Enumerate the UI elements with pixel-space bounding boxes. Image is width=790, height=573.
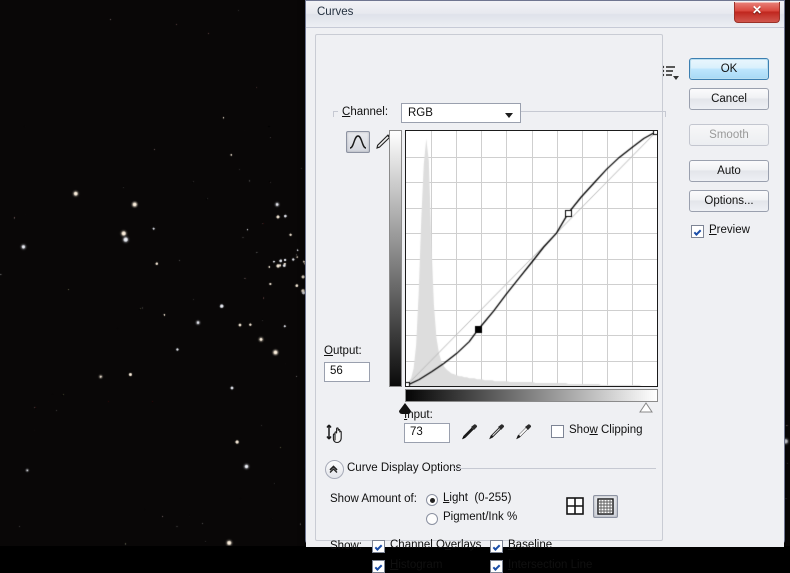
input-input[interactable]: 73 (404, 423, 450, 443)
show-clipping-label: Show Clipping (569, 424, 643, 436)
curve-display-options-toggle[interactable] (325, 460, 344, 479)
output-gradient-strip (389, 130, 402, 387)
channel-group-rule-right (665, 111, 667, 117)
curve-graph (389, 130, 658, 405)
curves-dialog: Curves ✕ Preset: Medium Contrast (RGB) (305, 0, 785, 545)
black-point-eyedropper-icon[interactable] (458, 421, 480, 443)
radio-light[interactable] (426, 494, 438, 506)
cancel-button[interactable]: Cancel (689, 88, 769, 110)
grid-quarters-button[interactable] (564, 495, 589, 518)
dialog-body: Preset: Medium Contrast (RGB) (306, 28, 784, 547)
channel-group-rule-left (333, 111, 335, 117)
channel-value: RGB (408, 107, 433, 119)
grid-quarters-icon (564, 495, 586, 517)
options-button[interactable]: Options... (689, 190, 769, 212)
checkbox-histogram[interactable] (372, 560, 385, 573)
checkbox-histogram-label: Histogram (390, 559, 442, 571)
curves-main-panel: Channel: RGB (315, 34, 663, 541)
eyedropper-glyph (485, 421, 507, 443)
grid-tenths-icon (594, 496, 617, 517)
hand-arrow-glyph (324, 421, 350, 445)
radio-pigment-ink-label: Pigment/Ink % (443, 511, 517, 523)
preview-row: Preview (689, 224, 777, 240)
curve-plot-area[interactable] (405, 130, 658, 387)
chevron-down-icon (505, 113, 513, 118)
curve-display-options-rule (454, 468, 656, 469)
channel-dropdown[interactable]: RGB (401, 103, 521, 123)
dialog-titlebar: Curves ✕ (306, 1, 784, 28)
ok-button[interactable]: OK (689, 58, 769, 80)
smooth-button[interactable]: Smooth (689, 124, 769, 146)
curve-display-options-label: Curve Display Options (347, 462, 461, 474)
close-icon: ✕ (735, 3, 779, 18)
output-label: Output: (324, 345, 362, 357)
curve-canvas (406, 131, 657, 386)
show-clipping-checkbox[interactable] (551, 425, 564, 438)
show-amount-label: Show Amount of: (330, 493, 417, 505)
white-point-slider[interactable] (639, 402, 653, 413)
output-input[interactable]: 56 (324, 362, 370, 382)
close-button[interactable]: ✕ (734, 2, 780, 23)
checkbox-baseline-label: Baseline (508, 539, 552, 551)
checkbox-intersection-line-label: Intersection Line (508, 559, 592, 571)
on-image-adjust-icon[interactable] (324, 421, 350, 445)
curve-tool-button[interactable] (346, 131, 370, 153)
checkbox-baseline[interactable] (490, 540, 503, 553)
preview-checkbox[interactable] (691, 225, 704, 238)
input-gradient-strip (405, 389, 658, 402)
grid-tenths-button[interactable] (593, 495, 618, 518)
gray-point-eyedropper-icon[interactable] (485, 421, 507, 443)
input-label: Input: (404, 409, 433, 421)
white-point-eyedropper-icon[interactable] (512, 421, 534, 443)
curve-tool-icon (347, 132, 369, 152)
auto-button[interactable]: Auto (689, 160, 769, 182)
eyedropper-glyph (512, 421, 534, 443)
eyedropper-glyph (458, 421, 480, 443)
checkbox-channel-overlays[interactable] (372, 540, 385, 553)
show-label: Show: (330, 540, 362, 552)
channel-label: Channel: (342, 106, 388, 118)
radio-light-label: Light (0-255) (443, 492, 511, 504)
radio-pigment-ink[interactable] (426, 513, 438, 525)
chevron-up-icon (326, 461, 341, 476)
screen: Curves ✕ Preset: Medium Contrast (RGB) (0, 0, 790, 568)
preview-label: Preview (709, 224, 750, 236)
checkbox-channel-overlays-label: Channel Overlays (390, 539, 481, 551)
checkbox-intersection-line[interactable] (490, 560, 503, 573)
dialog-button-column: OK Cancel Smooth Auto Options... Preview (689, 58, 777, 240)
dialog-title: Curves (317, 6, 353, 18)
